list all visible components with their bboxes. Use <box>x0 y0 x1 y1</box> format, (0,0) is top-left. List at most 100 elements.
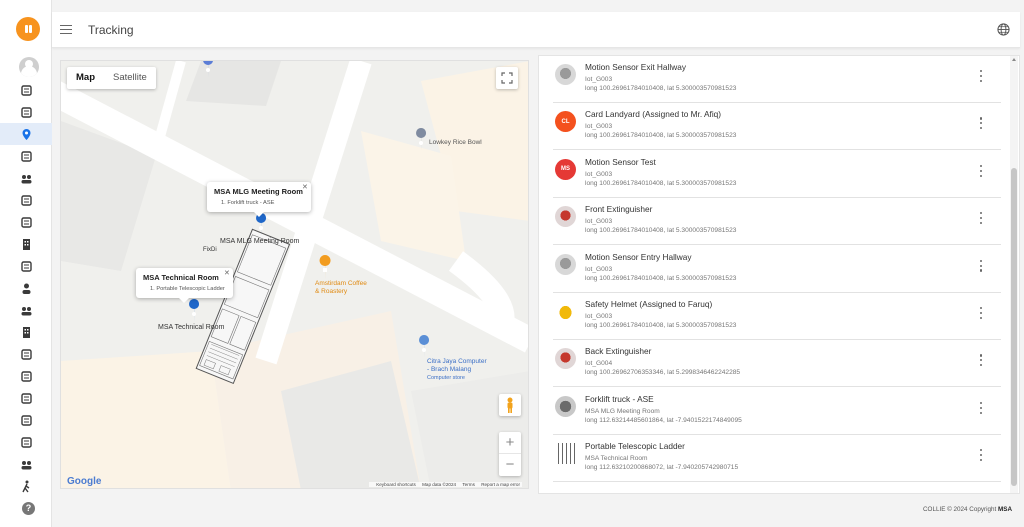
more-vert-icon[interactable] <box>979 449 983 462</box>
rail-item-2[interactable] <box>0 123 52 145</box>
rail-item-0[interactable] <box>0 79 52 101</box>
device-list-item[interactable]: CL Card Landyard (Assigned to Mr. Afiq) Io… <box>553 103 1001 151</box>
popup-technical-item: 1. Portable Telescopic Ladder <box>150 286 225 292</box>
zoom-in-button[interactable]: + <box>499 432 521 454</box>
device-list-item[interactable]: Portable Telescopic Ladder MSA Technical … <box>553 435 1001 483</box>
device-coordinates: long 100.26961784010408, lat 5.300003570… <box>585 227 737 235</box>
device-list: Motion Sensor Exit Hallway Iot_G003 long 1… <box>538 55 1020 494</box>
scroll-thumb[interactable] <box>1011 168 1017 486</box>
map-type-toggle: Map Satellite <box>67 67 156 89</box>
org-chart-icon <box>21 306 31 315</box>
place-citra: Citra Jaya Computer - Brach Malang Compu… <box>427 358 487 382</box>
report-error-link[interactable]: Report a map error <box>481 482 520 487</box>
rail-item-11[interactable] <box>0 321 52 343</box>
device-list-item[interactable]: Motion Sensor Exit Hallway Iot_G003 long 1… <box>553 56 1001 103</box>
more-vert-icon[interactable] <box>979 164 983 177</box>
rail-item-16[interactable] <box>0 431 52 453</box>
rail-item-13[interactable] <box>0 365 52 387</box>
map-panel[interactable]: Map Satellite Lowkey Rice Bowl Amstirdam… <box>60 60 529 489</box>
device-coordinates: long 100.26961784010408, lat 5.300003570… <box>585 85 737 92</box>
fullscreen-icon[interactable] <box>496 67 518 89</box>
globe-icon[interactable] <box>997 23 1010 36</box>
device-location: Iot_G003 <box>585 313 613 320</box>
device-title: Card Landyard (Assigned to Mr. Afiq) <box>585 109 722 120</box>
layers-icon <box>20 194 32 206</box>
group-icon <box>21 174 31 183</box>
sync-person-icon <box>20 370 32 382</box>
device-avatar: MS <box>555 158 576 180</box>
popup-close-icon[interactable]: ✕ <box>224 269 230 277</box>
device-location: Iot_G003 <box>585 170 613 178</box>
device-coordinates: long 100.26962706353346, lat 5.299834646… <box>585 369 741 377</box>
rail-item-15[interactable] <box>0 409 52 431</box>
more-vert-icon[interactable] <box>979 354 983 367</box>
popup-meeting-room: ✕ MSA MLG Meeting Room 1. Forklift truck… <box>207 182 311 217</box>
keyboard-shortcuts-link[interactable]: Keyboard shortcuts <box>376 482 416 487</box>
device-title: Back Extinguisher <box>585 346 652 357</box>
zoom-control: + − <box>499 432 521 476</box>
dashboard-icon <box>20 106 32 118</box>
more-vert-icon[interactable] <box>979 70 983 82</box>
popup-technical-title: MSA Technical Room <box>143 273 219 282</box>
rail-item-8[interactable] <box>0 255 52 277</box>
device-coordinates: long 112.63210200868072, lat -7.94020574… <box>585 464 739 472</box>
rail-item-17[interactable] <box>0 453 52 475</box>
rail-item-9[interactable] <box>0 277 52 299</box>
database-icon <box>20 84 32 96</box>
zoom-out-button[interactable]: − <box>499 454 521 476</box>
rail-item-5[interactable] <box>0 189 52 211</box>
user-avatar[interactable] <box>19 57 39 77</box>
rail-item-6[interactable] <box>0 211 52 233</box>
page-title: Tracking <box>88 23 134 37</box>
more-vert-icon[interactable] <box>979 212 983 225</box>
device-coordinates: long 100.26961784010408, lat 5.300003570… <box>585 322 737 329</box>
device-avatar <box>555 443 576 465</box>
more-vert-icon[interactable] <box>979 117 983 130</box>
place-coffee-line2: & Roastery <box>315 288 348 295</box>
device-avatar <box>555 301 576 322</box>
terms-link[interactable]: Terms <box>462 482 475 487</box>
place-citra-category: Computer store <box>427 375 465 381</box>
device-list-item[interactable]: Front Extinguisher Iot_G003 long 100.26961… <box>553 198 1001 246</box>
rail-item-3[interactable] <box>0 145 52 167</box>
rail-item-14[interactable] <box>0 387 52 409</box>
menu-icon[interactable] <box>60 25 72 34</box>
device-list-item[interactable]: Safety Helmet (Assigned to Faruq) Iot_G00… <box>553 293 1001 340</box>
scrollbar[interactable] <box>1010 56 1018 493</box>
map-type-map[interactable]: Map <box>67 67 104 89</box>
map-attribution: Keyboard shortcuts Map data ©2024 Terms … <box>369 482 522 487</box>
rail-item-12[interactable] <box>0 343 52 365</box>
popup-meeting-item: 1. Forklift truck - ASE <box>221 200 275 206</box>
left-rail: ? <box>0 0 52 527</box>
rail-item-10[interactable] <box>0 299 52 321</box>
device-avatar: CL <box>555 111 576 133</box>
popup-meeting-title: MSA MLG Meeting Room <box>214 187 303 196</box>
more-vert-icon[interactable] <box>979 307 983 319</box>
device-location: Iot_G003 <box>585 76 613 83</box>
device-list-item[interactable]: MS Motion Sensor Test Iot_G003 long 100.269… <box>553 151 1001 198</box>
help-icon[interactable]: ? <box>22 502 35 515</box>
pegman-icon[interactable] <box>499 394 521 416</box>
popup-close-icon[interactable]: ✕ <box>302 183 308 191</box>
device-list-item[interactable]: Forklift truck - ASE MSA MLG Meeting Room… <box>553 388 1001 435</box>
rail-item-4[interactable] <box>0 167 52 189</box>
place-lowkey: Lowkey Rice Bowl <box>429 139 482 146</box>
more-vert-icon[interactable] <box>979 259 983 272</box>
popup-technical-room: ✕ MSA Technical Room 1. Portable Telesco… <box>136 268 233 303</box>
location-pin-icon <box>22 128 30 140</box>
rail-item-1[interactable] <box>0 101 52 123</box>
brand-logo[interactable] <box>16 17 40 41</box>
device-list-item[interactable]: Back Extinguisher Iot_G004 long 100.269627… <box>553 340 1001 388</box>
device-title: Motion Sensor Test <box>585 156 656 167</box>
device-title: Front Extinguisher <box>585 204 653 215</box>
more-vert-icon[interactable] <box>979 401 983 414</box>
device-coordinates: long 100.26961784010408, lat 5.300003570… <box>585 179 737 187</box>
rail-item-7[interactable] <box>0 233 52 255</box>
rail-item-18[interactable] <box>0 475 52 497</box>
map-canvas[interactable] <box>61 61 529 489</box>
device-location: Iot_G003 <box>585 218 613 226</box>
room-label-technical: MSA Technical Room <box>158 324 225 331</box>
map-type-satellite[interactable]: Satellite <box>104 67 156 89</box>
device-list-item[interactable]: Motion Sensor Entry Hallway Iot_G003 long … <box>553 246 1001 293</box>
scroll-up-icon[interactable] <box>1012 58 1016 61</box>
